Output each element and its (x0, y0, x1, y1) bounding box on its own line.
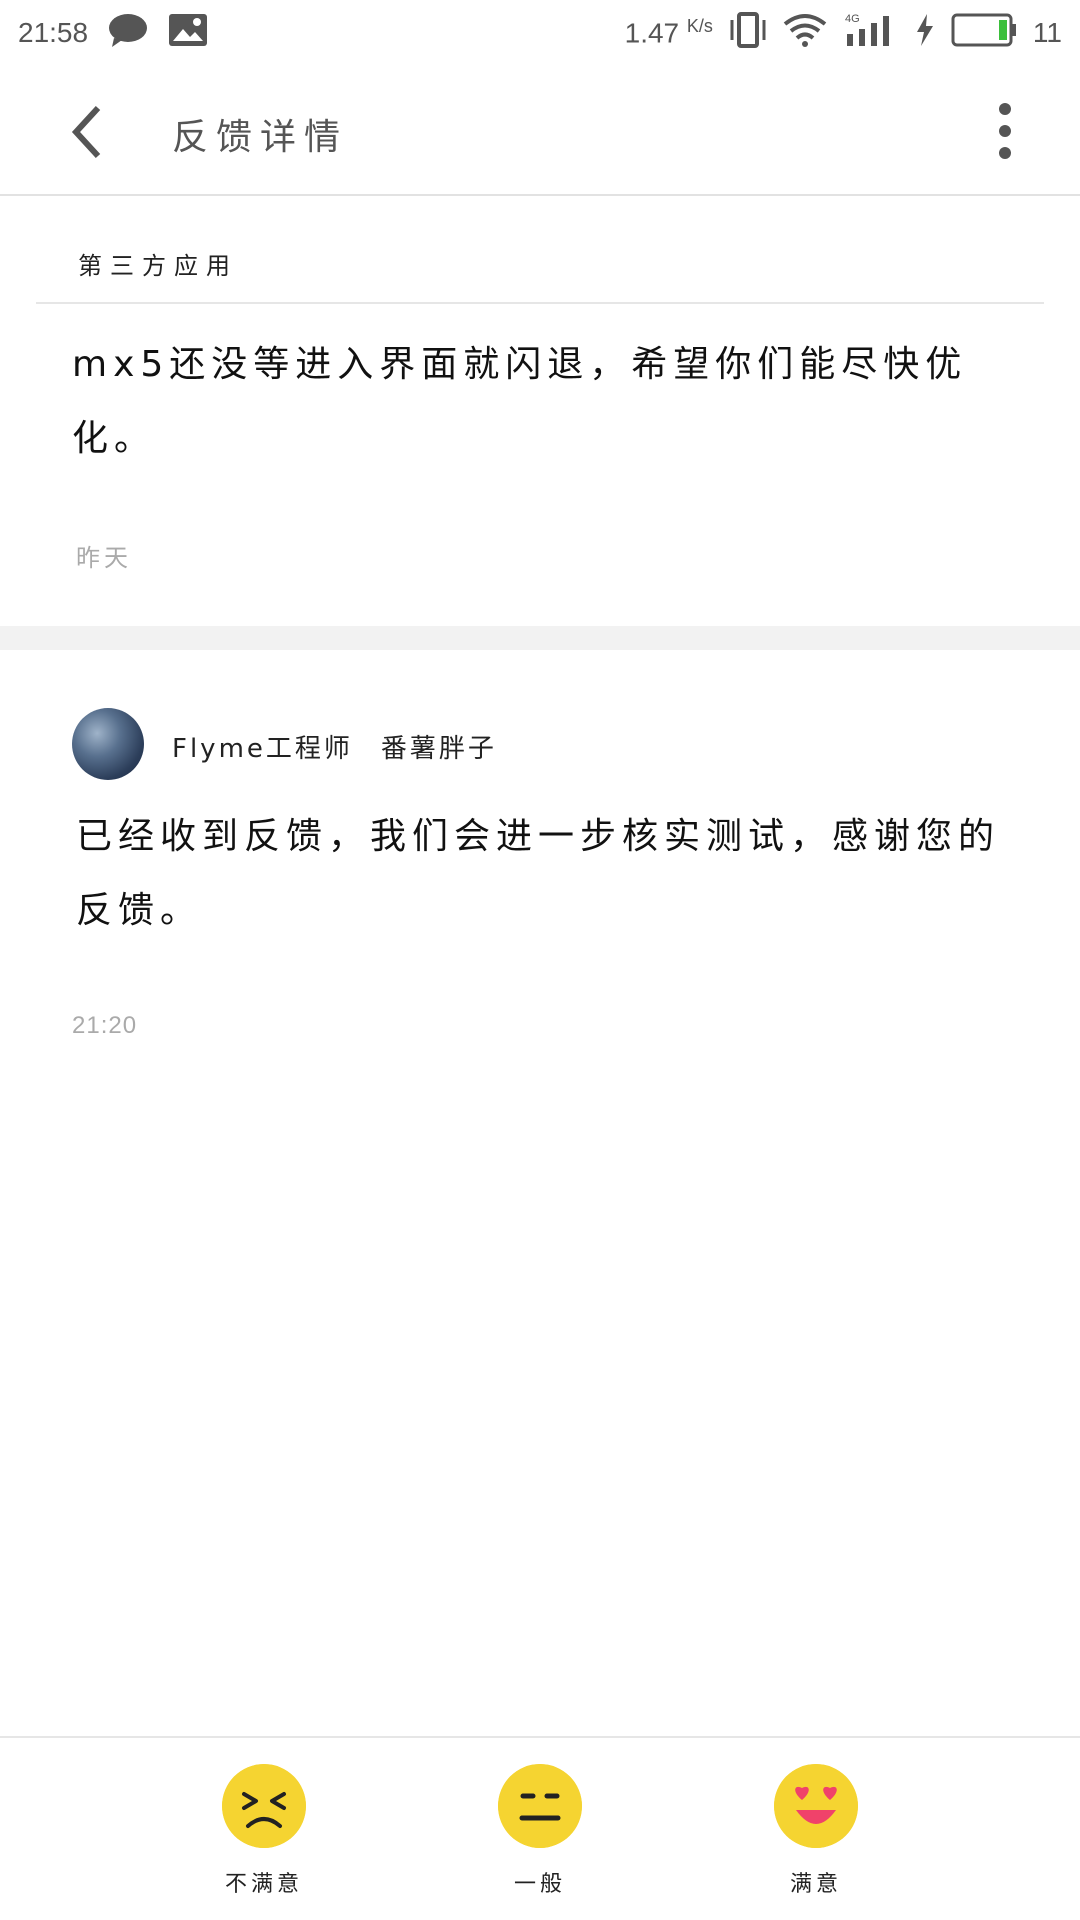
feedback-message: mx5还没等进入界面就闪退，希望你们能尽快优化。 (72, 344, 968, 459)
signal-4g-icon: 4G (843, 12, 899, 55)
rating-label: 不满意 (224, 1872, 303, 1897)
status-bar: 21:58 1.47 K/s 4G 11 (0, 0, 1080, 66)
neutral-face-icon (498, 1764, 582, 1848)
battery-level: 11 (1032, 17, 1062, 48)
more-vertical-icon (999, 103, 1011, 159)
feedback-category: 第三方应用 (78, 252, 238, 280)
reply-time: 21:20 (72, 1012, 138, 1039)
status-time: 21:58 (18, 17, 89, 48)
divider (36, 302, 1044, 304)
replier-name: 番薯胖子 (380, 734, 497, 764)
battery-icon (951, 13, 1017, 54)
satisfied-face-icon (774, 1764, 858, 1848)
more-options-button[interactable] (970, 96, 1040, 166)
charging-icon (915, 13, 935, 54)
feedback-section: 第三方应用 mx5还没等进入界面就闪退，希望你们能尽快优化。 昨天 (0, 196, 1080, 626)
replier-info: Flyme工程师 番薯胖子 (172, 728, 497, 765)
section-separator (0, 626, 1080, 650)
message-icon (108, 12, 148, 55)
avatar[interactable] (72, 708, 144, 780)
reply-section: Flyme工程师 番薯胖子 已经收到反馈，我们会进一步核实测试，感谢您的反馈。 … (0, 650, 1080, 1050)
back-button[interactable] (58, 102, 118, 162)
image-icon (168, 13, 208, 54)
rating-label: 一般 (513, 1872, 566, 1897)
vibrate-icon (729, 11, 767, 55)
wifi-icon (783, 12, 827, 55)
chevron-left-icon (71, 105, 101, 159)
unsatisfied-face-icon (222, 1764, 306, 1848)
rating-unsatisfied-button[interactable]: 不满意 (204, 1764, 324, 1898)
replier-role: Flyme工程师 (172, 734, 353, 764)
network-speed: 1.47 K/s (624, 16, 713, 49)
rating-bar: 不满意 一般 满意 (0, 1736, 1080, 1920)
reply-message: 已经收到反馈，我们会进一步核实测试，感谢您的反馈。 (76, 816, 1001, 931)
feedback-time: 昨天 (76, 544, 132, 572)
rating-satisfied-button[interactable]: 满意 (756, 1764, 876, 1898)
rating-neutral-button[interactable]: 一般 (480, 1764, 600, 1898)
svg-text:4G: 4G (845, 13, 860, 25)
app-bar: 反馈详情 (0, 66, 1080, 196)
page-title: 反馈详情 (172, 117, 349, 158)
rating-label: 满意 (789, 1872, 842, 1897)
